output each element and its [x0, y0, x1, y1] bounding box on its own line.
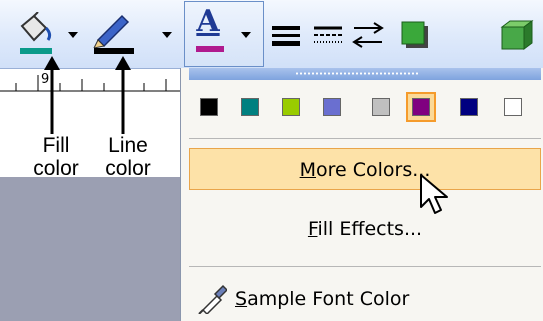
line-color-dropdown-arrow[interactable] [162, 32, 172, 38]
line-color-caption-line2: color [105, 157, 151, 177]
sample-font-color-menu-item[interactable]: Sample Font Color [189, 278, 541, 320]
arrow-style-icon[interactable] [352, 20, 384, 50]
fill-effects-menu-item[interactable]: Fill Effects... [189, 208, 541, 250]
eyedropper-icon [198, 284, 227, 314]
pen-icon [93, 14, 130, 48]
grip-dots [295, 72, 419, 75]
font-color-letter: A [196, 4, 220, 39]
line-color-caption-line1: Line [108, 134, 148, 157]
font-color-bar [196, 46, 224, 52]
sample-font-color-accelerator: S [235, 288, 248, 310]
fill-color-caption-line1: Fill [42, 134, 70, 157]
3d-icon[interactable] [500, 19, 534, 51]
menu-drag-handle[interactable] [189, 68, 541, 80]
paint-bucket-icon [20, 12, 52, 42]
more-colors-menu-item[interactable]: More Colors... [189, 148, 541, 190]
color-swatch-white[interactable] [504, 98, 522, 116]
fill-color-caption-line2: color [33, 157, 79, 177]
line-color-caption: Line color [96, 134, 160, 177]
color-swatch-periwinkle[interactable] [323, 98, 341, 116]
color-swatch-gray[interactable] [372, 98, 390, 116]
font-color-dropdown-arrow[interactable] [241, 32, 251, 38]
color-swatch-purple[interactable] [412, 98, 430, 116]
color-swatch-black[interactable] [200, 98, 218, 116]
color-swatch-navy[interactable] [460, 98, 478, 116]
mouse-pointer-icon [420, 174, 448, 214]
color-swatch-lime[interactable] [282, 98, 300, 116]
dash-style-icon[interactable] [312, 22, 344, 48]
sample-font-color-label: ample Font Color [247, 288, 410, 310]
line-style-icon[interactable] [270, 22, 302, 48]
color-swatch-teal[interactable] [241, 98, 259, 116]
fill-color-dropdown-arrow[interactable] [68, 32, 78, 38]
document-background [0, 177, 180, 321]
menu-separator [189, 138, 541, 139]
font-color-dropdown-menu: More Colors... Fill Effects... Sample Fo… [180, 68, 543, 321]
menu-separator [189, 266, 541, 267]
fill-effects-label: ill Effects... [317, 218, 423, 240]
fill-color-caption: Fill color [28, 134, 84, 177]
shadow-icon[interactable] [400, 20, 432, 50]
more-colors-label: ore Colors... [316, 159, 431, 181]
more-colors-accelerator: M [299, 159, 317, 181]
